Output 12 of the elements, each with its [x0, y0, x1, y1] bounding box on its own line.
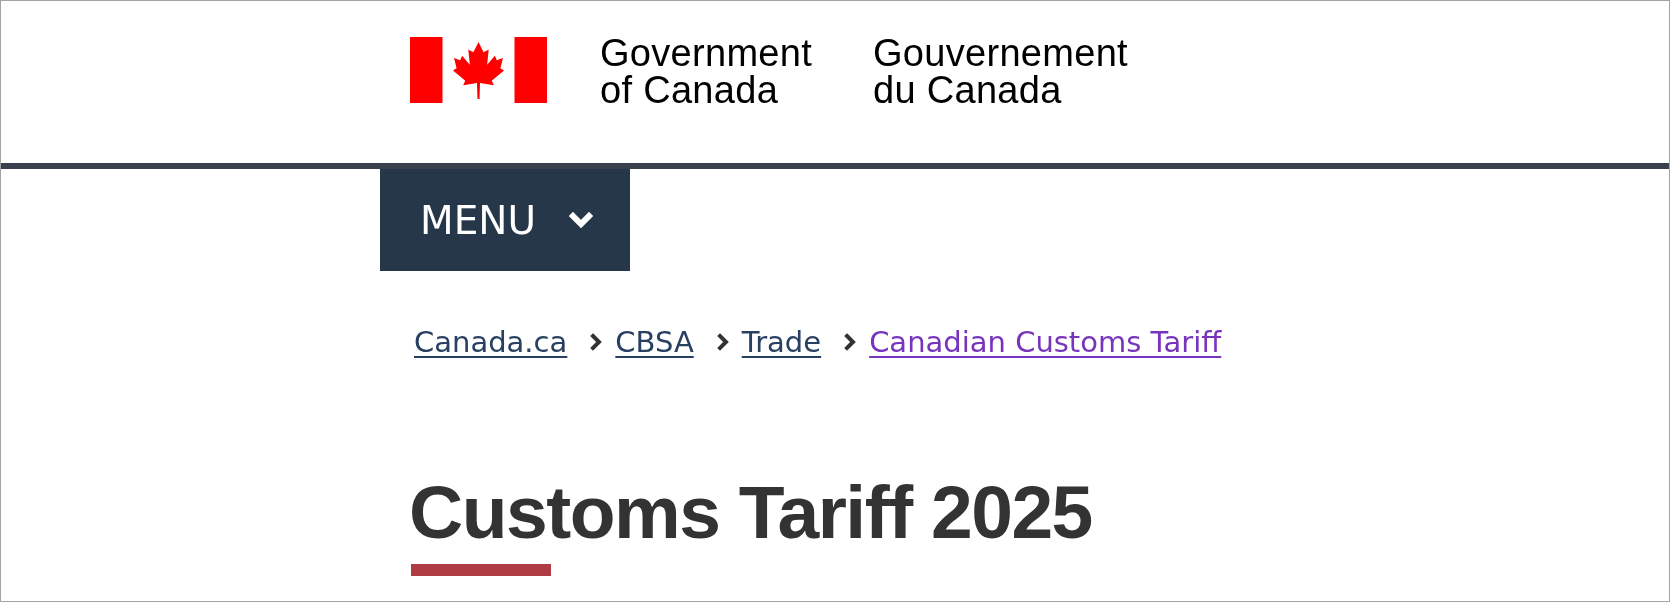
menu-button[interactable]: MENU [380, 169, 630, 271]
page-title: Customs Tariff 2025 [409, 471, 1092, 553]
chevron-right-icon [590, 333, 603, 351]
breadcrumb-link[interactable]: Canadian Customs Tariff [869, 322, 1222, 362]
chevron-right-icon [716, 333, 729, 351]
government-name-text: Government of Canada [600, 35, 814, 109]
breadcrumb-link[interactable]: CBSA [615, 322, 694, 362]
chevron-right-icon [844, 333, 857, 351]
government-name-text: Gouvernement du Canada [873, 35, 1128, 109]
breadcrumb-link[interactable]: Trade [741, 322, 822, 362]
breadcrumb-link[interactable]: Canada.ca [414, 322, 568, 362]
maple-leaf-flag-icon [410, 37, 547, 103]
